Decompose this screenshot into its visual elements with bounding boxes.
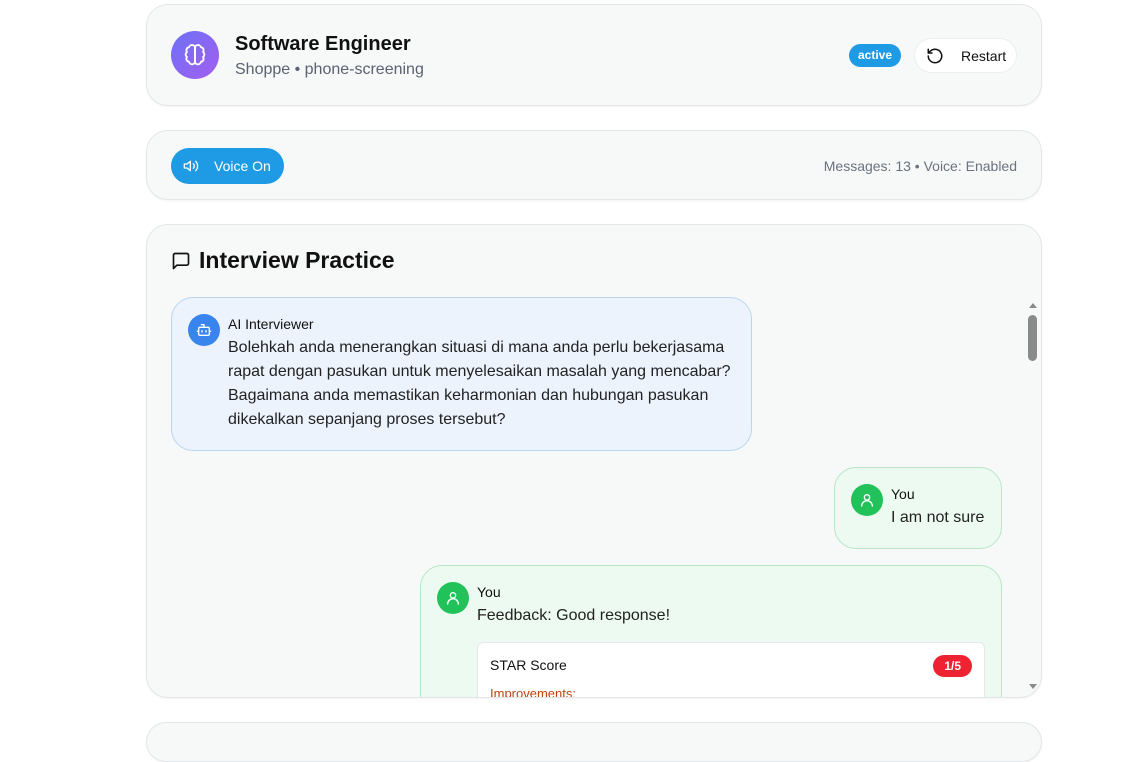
volume-icon xyxy=(183,158,199,174)
voice-toggle-button[interactable]: Voice On xyxy=(171,148,284,184)
user-icon xyxy=(437,582,469,614)
restart-label: Restart xyxy=(961,47,1007,64)
message-sender: You xyxy=(891,486,915,502)
message-text: I am not sure xyxy=(891,509,985,526)
message-text: Bolehkah anda menerangkan situasi di man… xyxy=(228,339,731,428)
bot-icon xyxy=(188,314,220,346)
restart-button[interactable]: Restart xyxy=(914,38,1017,73)
user-icon xyxy=(851,484,883,516)
rotate-ccw-icon xyxy=(926,47,944,65)
ai-message: AI Interviewer Bolehkah anda menerangkan… xyxy=(171,297,752,451)
voice-card: Voice On Messages: 13 • Voice: Enabled xyxy=(146,130,1042,200)
interview-title: Interview Practice xyxy=(171,247,395,274)
scroll-up-arrow[interactable] xyxy=(1029,303,1037,308)
star-score-badge: 1/5 xyxy=(933,655,972,677)
scroll-down-arrow[interactable] xyxy=(1029,684,1037,689)
brain-icon xyxy=(171,31,219,79)
interview-card: Interview Practice AI Interviewer Bolehk… xyxy=(146,224,1042,698)
message-sender: You xyxy=(477,584,501,600)
user-message: You I am not sure xyxy=(834,467,1002,549)
interview-title-label: Interview Practice xyxy=(199,247,395,273)
star-score-label: STAR Score xyxy=(490,657,567,673)
status-badge: active xyxy=(849,44,902,67)
voice-toggle-label: Voice On xyxy=(214,158,271,174)
page-subtitle: Shoppe • phone-screening xyxy=(235,61,424,78)
improvements-label: Improvements: xyxy=(490,686,576,698)
chat-scrollbar[interactable] xyxy=(1027,301,1039,695)
page-title: Software Engineer xyxy=(235,33,411,55)
message-square-icon xyxy=(171,251,191,271)
scroll-thumb[interactable] xyxy=(1028,315,1037,361)
message-sender: AI Interviewer xyxy=(228,316,314,332)
message-text: Feedback: Good response! xyxy=(477,607,671,624)
feedback-message: You Feedback: Good response! STAR Score … xyxy=(420,565,1002,698)
header-card: Software Engineer Shoppe • phone-screeni… xyxy=(146,4,1042,106)
next-card xyxy=(146,722,1042,762)
star-score-panel: STAR Score 1/5 Improvements: xyxy=(477,642,985,698)
voice-stats: Messages: 13 • Voice: Enabled xyxy=(823,158,1017,174)
